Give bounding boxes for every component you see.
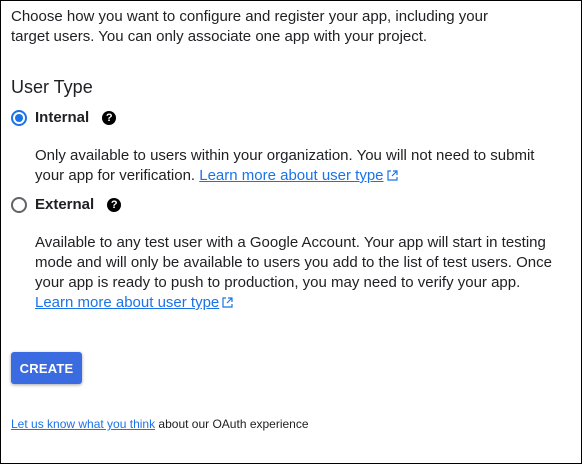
- external-link-icon: [222, 297, 233, 308]
- internal-learn-more-text: Learn more about user type: [199, 167, 384, 184]
- internal-description: Only available to users within your orga…: [35, 146, 560, 186]
- internal-learn-more-link[interactable]: Learn more about user type: [199, 167, 398, 184]
- external-link-icon: [386, 170, 398, 181]
- oauth-consent-panel: Choose how you want to configure and reg…: [0, 0, 582, 464]
- help-icon[interactable]: ?: [107, 197, 122, 212]
- internal-radio[interactable]: [11, 109, 27, 126]
- intro-line-1: Choose how you want to configure and reg…: [11, 8, 488, 25]
- feedback-link[interactable]: Let us know what you think: [11, 417, 155, 431]
- external-description-text: Available to any test user with a Google…: [35, 234, 552, 291]
- help-icon[interactable]: ?: [102, 110, 117, 125]
- internal-option[interactable]: Internal ?: [11, 109, 117, 126]
- external-label: External: [35, 196, 95, 213]
- user-type-heading: User Type: [11, 77, 93, 97]
- external-description: Available to any test user with a Google…: [35, 233, 560, 313]
- internal-label: Internal: [35, 109, 90, 126]
- intro-text: Choose how you want to configure and reg…: [11, 7, 571, 47]
- external-learn-more-text: Learn more about user type: [35, 294, 220, 311]
- feedback-rest-text: about our OAuth experience: [155, 417, 309, 431]
- intro-line-2: target users. You can only associate one…: [11, 28, 428, 45]
- feedback-footer: Let us know what you think about our OAu…: [11, 416, 309, 432]
- external-option[interactable]: External ?: [11, 196, 122, 213]
- external-radio[interactable]: [11, 196, 27, 213]
- external-learn-more-link[interactable]: Learn more about user type: [35, 294, 233, 311]
- create-button[interactable]: CREATE: [11, 352, 82, 384]
